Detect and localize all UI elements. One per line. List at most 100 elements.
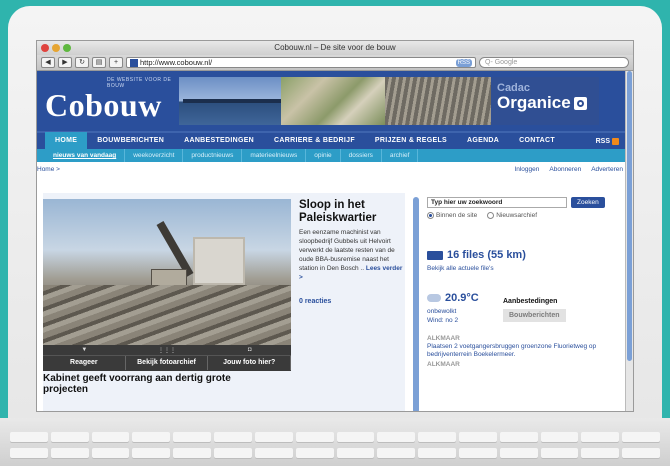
window-controls <box>41 44 71 52</box>
rss-label: RSS <box>595 137 610 145</box>
breadcrumb-bar: Home > Inloggen Abonneren Adverteren <box>37 162 633 176</box>
address-url: http://www.cobouw.nl/ <box>140 58 213 67</box>
subnav-item-productnieuws[interactable]: productnieuws <box>183 149 243 162</box>
traffic-files[interactable]: 16 files (55 km) <box>427 249 617 261</box>
nav-item-carriere[interactable]: CARRIERE & BEDRIJF <box>264 132 365 150</box>
rss-badge[interactable]: RSS <box>455 58 472 67</box>
vertical-scrollbar[interactable] <box>625 71 633 411</box>
nav-item-contact[interactable]: CONTACT <box>509 132 565 150</box>
second-headline[interactable]: Kabinet geeft voorrang aan dertig grote … <box>43 373 233 395</box>
radio-archive[interactable]: Nieuwsarchief <box>487 212 537 219</box>
radio-unselected-icon <box>487 212 495 219</box>
submit-photo-button[interactable]: Jouw foto hier? <box>208 356 292 370</box>
subscribe-link[interactable]: Abonneren <box>549 166 581 173</box>
reload-icon[interactable]: ↻ <box>75 57 89 68</box>
sub-navigation: nieuws van vandaag weekoverzicht product… <box>37 149 633 162</box>
news-text: Plaatsen 2 voetgangersbruggen groenzone … <box>427 343 597 358</box>
wind: Wind: no 2 <box>427 317 459 324</box>
tender-block: Aanbestedingen Bouwberichten <box>503 292 566 325</box>
feature-block: ▼ ⋮⋮⋮ ◘ Reageer Bekijk fotoarchief Jouw … <box>43 193 407 411</box>
article-title[interactable]: Sloop in het Paleiskwartier <box>299 199 407 225</box>
search-scope: Binnen de site Nieuwsarchief <box>427 212 617 219</box>
keyboard-row <box>10 432 660 442</box>
organice-banner[interactable]: Cadac Organice <box>491 77 599 125</box>
browser-window: Cobouw.nl – De site voor de bouw ◀ ▶ ↻ ▤… <box>36 40 634 412</box>
laptop-keyboard <box>0 418 670 466</box>
news-location: ALKMAAR <box>427 335 460 342</box>
nav-item-bouwberichten[interactable]: BOUWBERICHTEN <box>87 132 174 150</box>
radio-site[interactable]: Binnen de site <box>427 212 477 219</box>
login-link[interactable]: Inloggen <box>514 166 539 173</box>
lead-article: Sloop in het Paleiskwartier Een eenzame … <box>299 199 407 305</box>
bouwberichten-tab[interactable]: Bouwberichten <box>503 309 566 322</box>
breadcrumb[interactable]: Home > <box>37 166 60 173</box>
camera-icon[interactable]: ◘ <box>208 345 291 355</box>
rubble <box>43 285 291 345</box>
column-divider <box>413 197 419 411</box>
address-bar[interactable]: http://www.cobouw.nl/ RSS <box>126 57 476 68</box>
header-rail-image <box>385 77 491 125</box>
sidebar: Typ hier uw zoekwoord Zoeken Binnen de s… <box>427 193 617 369</box>
rss-link[interactable]: RSS <box>595 137 619 145</box>
site-search: Typ hier uw zoekwoord Zoeken <box>427 197 617 208</box>
zoom-window-button[interactable] <box>63 44 71 52</box>
photo-controls: ▼ ⋮⋮⋮ ◘ Reageer Bekijk fotoarchief Jouw … <box>43 345 292 371</box>
browser-search-input[interactable]: Q- Google <box>479 57 629 68</box>
header-interchange-image <box>281 77 385 125</box>
radio-selected-icon <box>427 212 434 219</box>
subnav-item-archief[interactable]: archief <box>382 149 419 162</box>
nav-item-home[interactable]: HOME <box>45 132 88 150</box>
tender-news-item[interactable]: ALKMAAR Plaatsen 2 voetgangersbruggen gr… <box>427 335 617 369</box>
subnav-item-dossiers[interactable]: dossiers <box>341 149 382 162</box>
reactions-link[interactable]: 0 reacties <box>299 298 407 305</box>
minimize-window-button[interactable] <box>52 44 60 52</box>
subnav-item-weekoverzicht[interactable]: weekoverzicht <box>125 149 184 162</box>
page-content: ▼ ⋮⋮⋮ ◘ Reageer Bekijk fotoarchief Jouw … <box>37 193 627 411</box>
photo-archive-button[interactable]: Bekijk fotoarchief <box>126 356 209 370</box>
comment-icon[interactable]: ▼ <box>43 345 126 355</box>
rss-icon <box>612 137 619 145</box>
nav-item-aanbestedingen[interactable]: AANBESTEDINGEN <box>174 132 264 150</box>
window-title: Cobouw.nl – De site voor de bouw <box>274 43 396 52</box>
scrollbar-thumb[interactable] <box>627 71 632 361</box>
search-button[interactable]: Zoeken <box>571 197 605 208</box>
cloud-icon <box>427 294 441 302</box>
keyboard-row <box>10 448 660 458</box>
back-button[interactable]: ◀ <box>41 57 55 68</box>
header-bridge-image <box>179 77 281 125</box>
site-favicon-icon <box>130 58 138 67</box>
files-link[interactable]: Bekijk alle actuele file's <box>427 265 617 272</box>
window-titlebar: Cobouw.nl – De site voor de bouw <box>37 41 633 55</box>
subnav-item-opinie[interactable]: opinie <box>306 149 341 162</box>
bookmarks-icon[interactable]: ▤ <box>92 57 106 68</box>
main-navigation: HOME BOUWBERICHTEN AANBESTEDINGEN CARRIE… <box>37 131 633 150</box>
files-title: 16 files (55 km) <box>447 249 526 261</box>
advertise-link[interactable]: Adverteren <box>591 166 623 173</box>
article-body: Een eenzame machinist van sloopbedrijf G… <box>299 228 407 282</box>
subnav-item-materieelnieuws[interactable]: materieelnieuws <box>242 149 307 162</box>
subnav-item-nieuws[interactable]: nieuws van vandaag <box>45 149 126 162</box>
close-window-button[interactable] <box>41 44 49 52</box>
logo-text: Cobouw <box>45 87 162 123</box>
demolition-photo[interactable] <box>43 199 291 345</box>
forward-button[interactable]: ▶ <box>58 57 72 68</box>
gallery-icon[interactable]: ⋮⋮⋮ <box>126 345 209 355</box>
temperature: 20.9°C <box>445 292 479 304</box>
site-logo[interactable]: DE WEBSITE VOOR DE BOUW Cobouw <box>37 71 179 131</box>
news-location-2: ALKMAAR <box>427 361 460 368</box>
react-button[interactable]: Reageer <box>43 356 126 370</box>
site-search-input[interactable]: Typ hier uw zoekwoord <box>427 197 567 208</box>
nav-item-agenda[interactable]: AGENDA <box>457 132 509 150</box>
add-bookmark-button[interactable]: + <box>109 57 123 68</box>
weather-description: onbewolkt <box>427 308 457 315</box>
reactions-label: 0 reacties <box>299 298 332 305</box>
radio-site-label: Binnen de site <box>436 212 478 219</box>
tender-title: Aanbestedingen <box>503 298 558 305</box>
organice-logo-icon <box>573 96 587 110</box>
banner-brand: Organice <box>497 93 571 112</box>
radio-archive-label: Nieuwsarchief <box>496 212 538 219</box>
browser-toolbar: ◀ ▶ ↻ ▤ + http://www.cobouw.nl/ RSS Q- G… <box>37 55 633 71</box>
site-header: DE WEBSITE VOOR DE BOUW Cobouw Cadac Org… <box>37 71 633 131</box>
weather-block: 20.9°C onbewolkt Wind: no 2 Aanbesteding… <box>427 292 617 325</box>
nav-item-prijzen[interactable]: PRIJZEN & REGELS <box>365 132 457 150</box>
